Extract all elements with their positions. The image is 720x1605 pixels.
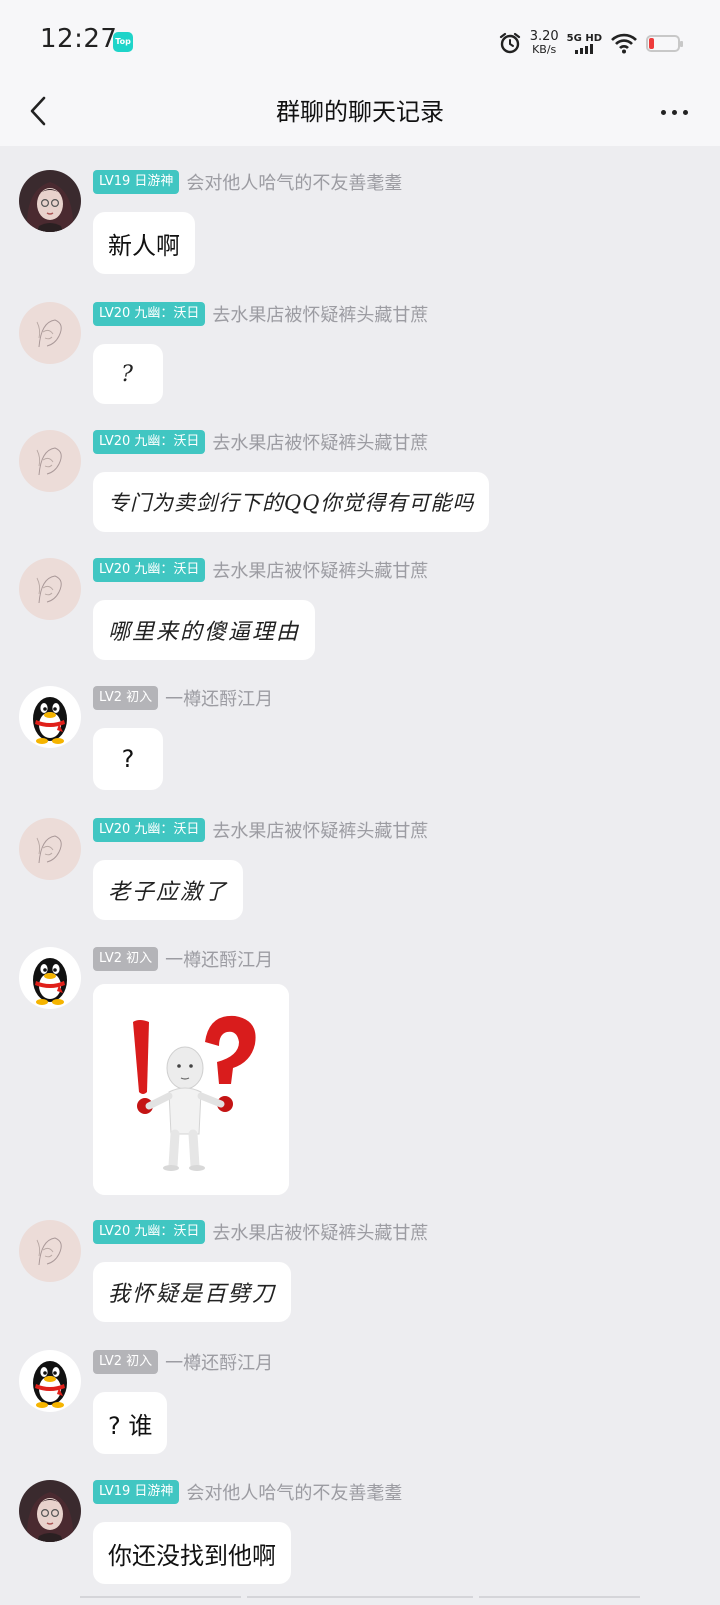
sender-nickname[interactable]: 一樽还酹江月 [165,946,273,972]
image-message-bubble[interactable] [93,984,289,1195]
more-dot-icon [660,109,666,115]
status-indicators: 3.20 KB/s 5G HD [498,28,683,58]
exclamation-question-sticker [93,984,289,1195]
more-button[interactable] [654,92,694,132]
sender-nickname[interactable]: 会对他人哈气的不友善耄耋 [186,169,402,195]
girl-avatar[interactable] [19,1480,81,1542]
girl-avatar[interactable] [19,170,81,232]
message-bubble[interactable]: ? [93,728,163,790]
nav-bar: 群聊的聊天记录 [0,80,720,146]
penguin-avatar[interactable] [19,1350,81,1412]
sender-nickname[interactable]: 去水果店被怀疑裤头藏甘蔗 [212,301,428,327]
message-bubble[interactable]: 哪里来的傻逼理由 [93,600,316,660]
sketch-avatar[interactable] [19,558,81,620]
more-dot-icon [682,109,688,115]
penguin-avatar[interactable] [19,947,81,1009]
sender-meta: LV2 初入 一樽还酹江月 [93,686,273,710]
level-badge: LV2 初入 [93,686,159,710]
message-bubble[interactable]: 你还没找到他啊 [93,1522,291,1584]
level-badge: LV20 九幽：沃日 [93,818,206,842]
level-badge: LV19 日游神 [93,170,180,194]
sender-nickname[interactable]: 去水果店被怀疑裤头藏甘蔗 [212,817,428,843]
battery-icon [646,34,683,52]
status-time: 12:27 [40,24,118,54]
sender-meta: LV19 日游神 会对他人哈气的不友善耄耋 [93,1480,402,1504]
sender-meta: LV19 日游神 会对他人哈气的不友善耄耋 [93,170,402,194]
page-title: 群聊的聊天记录 [276,98,444,126]
cellular-signal-icon: 5G HD [567,33,602,54]
sender-nickname[interactable]: 一樽还酹江月 [165,1349,273,1375]
penguin-avatar[interactable] [19,686,81,748]
sender-nickname[interactable]: 一樽还酹江月 [165,685,273,711]
level-badge: LV2 初入 [93,947,159,971]
status-bar: 12:27 Top 3.20 KB/s 5G HD [0,0,720,80]
sketch-avatar[interactable] [19,818,81,880]
sender-nickname[interactable]: 会对他人哈气的不友善耄耋 [186,1479,402,1505]
net-speed-unit: KB/s [532,43,557,56]
sender-meta: LV2 初入 一樽还酹江月 [93,1350,273,1374]
sender-meta: LV20 九幽：沃日 去水果店被怀疑裤头藏甘蔗 [93,1220,428,1244]
sender-meta: LV2 初入 一樽还酹江月 [93,947,273,971]
alarm-icon [499,32,520,54]
level-badge: LV20 九幽：沃日 [93,558,206,582]
sender-meta: LV20 九幽：沃日 去水果店被怀疑裤头藏甘蔗 [93,818,428,842]
sender-nickname[interactable]: 去水果店被怀疑裤头藏甘蔗 [212,429,428,455]
level-badge: LV19 日游神 [93,1480,180,1504]
level-badge: LV20 九幽：沃日 [93,302,206,326]
message-bubble[interactable]: ? [93,344,163,404]
bottom-divider [80,1596,640,1598]
level-badge: LV2 初入 [93,1350,159,1374]
message-bubble[interactable]: ? 谁 [93,1392,168,1454]
message-bubble[interactable]: 老子应激了 [93,860,244,920]
more-dot-icon [671,109,677,115]
sender-nickname[interactable]: 去水果店被怀疑裤头藏甘蔗 [212,557,428,583]
sketch-avatar[interactable] [19,430,81,492]
message-bubble[interactable]: 我怀疑是百劈刀 [93,1262,292,1322]
net-speed: 3.20 KB/s [530,30,559,56]
message-bubble[interactable]: 专门为卖剑行下的QQ你觉得有可能吗 [93,472,490,532]
sketch-avatar[interactable] [19,1220,81,1282]
sketch-avatar[interactable] [19,302,81,364]
sender-meta: LV20 九幽：沃日 去水果店被怀疑裤头藏甘蔗 [93,558,428,582]
level-badge: LV20 九幽：沃日 [93,1220,206,1244]
app-notification-icon: Top [113,32,133,52]
sender-nickname[interactable]: 去水果店被怀疑裤头藏甘蔗 [212,1219,428,1245]
wifi-icon [611,33,637,54]
level-badge: LV20 九幽：沃日 [93,430,206,454]
message-bubble[interactable]: 新人啊 [93,212,195,274]
network-type: 5G HD [566,32,602,44]
sender-meta: LV20 九幽：沃日 去水果店被怀疑裤头藏甘蔗 [93,302,428,326]
net-speed-value: 3.20 [529,29,559,44]
sender-meta: LV20 九幽：沃日 去水果店被怀疑裤头藏甘蔗 [93,430,428,454]
